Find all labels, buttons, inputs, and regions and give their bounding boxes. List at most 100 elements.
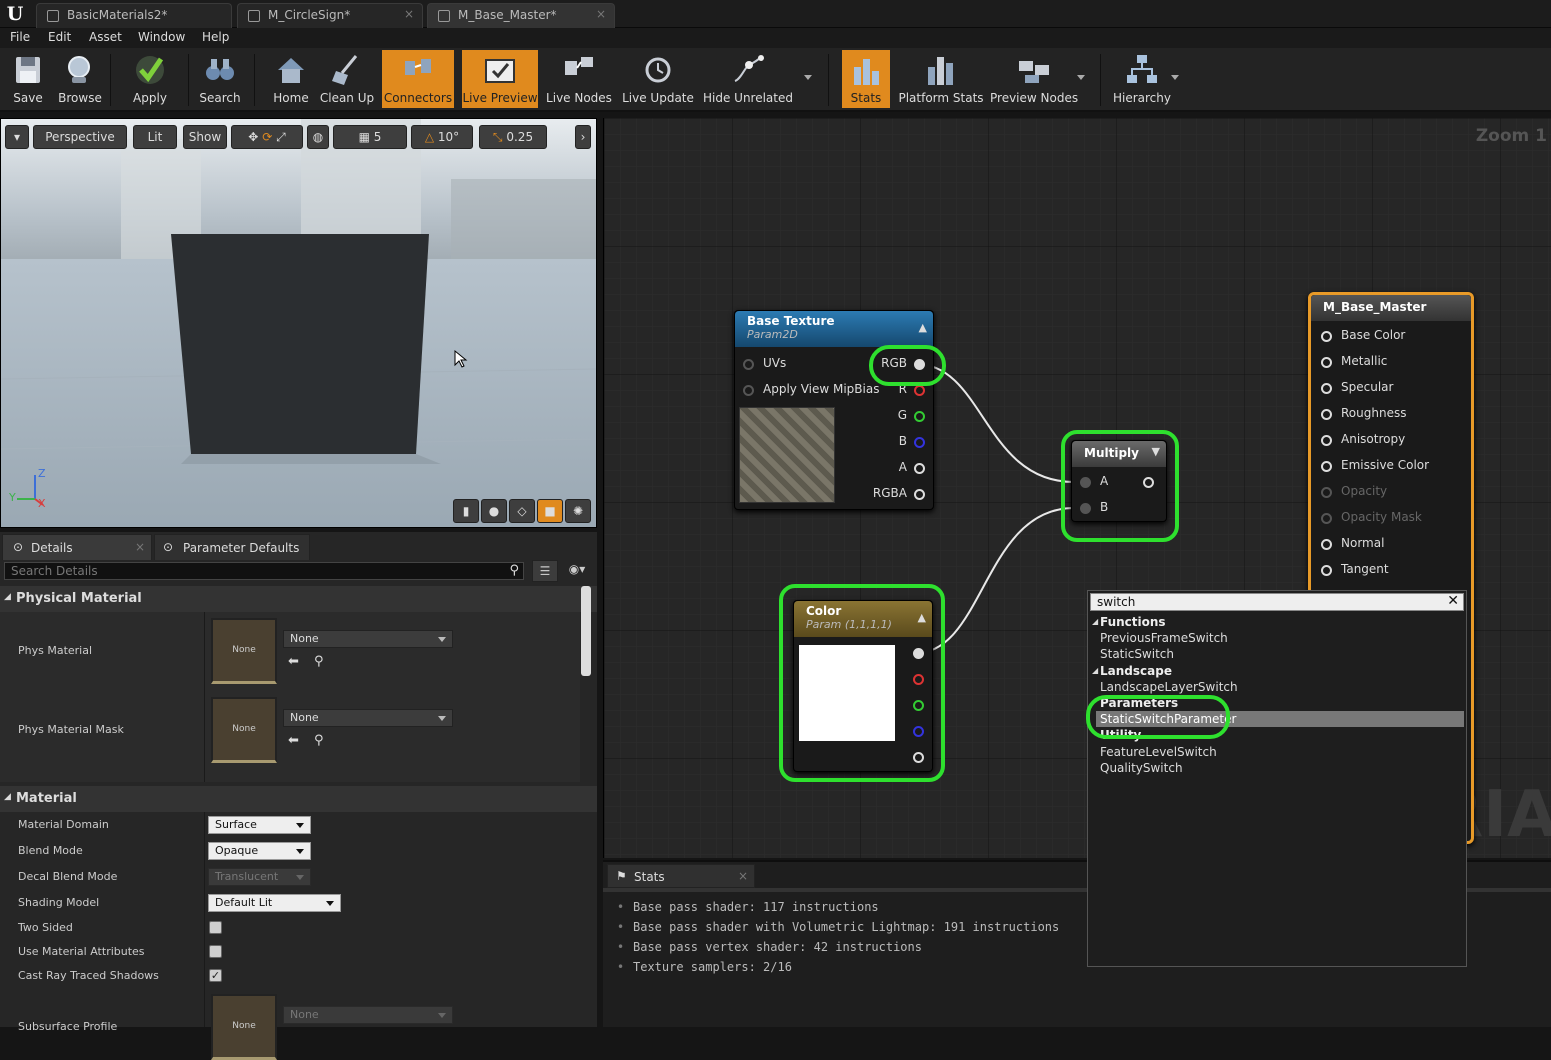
- grid-snap-control[interactable]: ▦ 5: [333, 125, 407, 149]
- chevron-down-icon[interactable]: [1077, 75, 1085, 80]
- tab-parameter-defaults[interactable]: ⊙ Parameter Defaults: [154, 534, 310, 560]
- menu-file[interactable]: File: [10, 30, 30, 44]
- g-pin[interactable]: [914, 411, 925, 422]
- uvs-pin[interactable]: [743, 359, 754, 370]
- viewport-menu-button[interactable]: ▾: [5, 125, 29, 149]
- preview-sphere-button[interactable]: ●: [481, 499, 507, 523]
- apply-button[interactable]: Apply: [118, 50, 182, 108]
- collapse-arrow-icon[interactable]: ◢: [4, 592, 11, 602]
- scrollbar[interactable]: [581, 586, 591, 676]
- viewport-options-button[interactable]: ›: [575, 125, 591, 149]
- a-pin[interactable]: [914, 463, 925, 474]
- chevron-down-icon[interactable]: [804, 75, 812, 80]
- live-nodes-button[interactable]: Live Nodes: [546, 50, 612, 108]
- expand-arrow-icon[interactable]: ◢: [1092, 666, 1098, 675]
- tab-m-base-master[interactable]: M_Base_Master* ×: [427, 3, 615, 28]
- rgba-pin[interactable]: [914, 489, 925, 500]
- platform-stats-button[interactable]: Platform Stats: [898, 50, 984, 108]
- connectors-button[interactable]: Connectors: [382, 50, 454, 108]
- chevron-down-icon[interactable]: [1171, 75, 1179, 80]
- tab-basicmaterials2[interactable]: BasicMaterials2*: [36, 3, 232, 28]
- use-selected-arrow-icon[interactable]: ⬅: [288, 654, 299, 669]
- menu-item-staticswitch[interactable]: StaticSwitch: [1100, 647, 1174, 661]
- phys-material-dropdown[interactable]: None: [283, 630, 453, 648]
- expand-arrow-icon[interactable]: ◢: [1092, 617, 1098, 626]
- material-domain-dropdown[interactable]: Surface: [208, 816, 311, 834]
- normal-pin[interactable]: [1321, 539, 1332, 550]
- browse-magnifier-icon[interactable]: ⚲: [314, 733, 324, 748]
- collapse-arrow-icon[interactable]: ◢: [4, 792, 11, 802]
- preview-viewport[interactable]: ▾ Perspective Lit Show ✥ ⟳ ⤢ ◍ ▦ 5 △ 10°…: [0, 118, 597, 528]
- tangent-pin[interactable]: [1321, 565, 1332, 576]
- anisotropy-pin[interactable]: [1321, 435, 1332, 446]
- save-button[interactable]: Save: [4, 50, 52, 108]
- shading-model-dropdown[interactable]: Default Lit: [208, 894, 341, 912]
- tab-stats[interactable]: ⚑ Stats ×: [607, 864, 755, 888]
- use-selected-arrow-icon[interactable]: ⬅: [288, 733, 299, 748]
- perspective-button[interactable]: Perspective: [33, 125, 127, 149]
- clear-search-icon[interactable]: ✕: [1447, 593, 1459, 609]
- lit-button[interactable]: Lit: [133, 125, 177, 149]
- cast-ray-traced-shadows-checkbox[interactable]: ✓: [209, 969, 222, 982]
- node-header[interactable]: Base Texture Param2D ▲: [735, 311, 933, 347]
- details-search-input[interactable]: Search Details ⚲: [4, 562, 524, 580]
- hide-unrelated-button[interactable]: Hide Unrelated: [702, 50, 794, 108]
- preview-cylinder-button[interactable]: ▮: [453, 499, 479, 523]
- live-update-button[interactable]: Live Update: [622, 50, 694, 108]
- menu-edit[interactable]: Edit: [48, 30, 71, 44]
- close-icon[interactable]: ×: [596, 7, 606, 21]
- world-local-icon[interactable]: ◍: [307, 125, 329, 149]
- close-icon[interactable]: ×: [404, 7, 414, 21]
- list-view-icon[interactable]: ☰: [532, 560, 558, 582]
- angle-snap-control[interactable]: △ 10°: [411, 125, 473, 149]
- metallic-pin[interactable]: [1321, 357, 1332, 368]
- collapse-arrow-icon[interactable]: ▲: [919, 321, 927, 334]
- specular-pin[interactable]: [1321, 383, 1332, 394]
- phys-material-mask-dropdown[interactable]: None: [283, 709, 453, 727]
- tab-details[interactable]: ⊙ Details ×: [2, 534, 152, 560]
- blend-mode-dropdown[interactable]: Opaque: [208, 842, 311, 860]
- menu-item-landscapelayerswitch[interactable]: LandscapeLayerSwitch: [1100, 680, 1238, 694]
- close-icon[interactable]: ×: [738, 869, 748, 883]
- live-preview-button[interactable]: Live Preview: [462, 50, 538, 108]
- category-physical-material[interactable]: ◢ Physical Material: [0, 586, 597, 612]
- b-pin[interactable]: [914, 437, 925, 448]
- visibility-eye-icon[interactable]: ◉▾: [562, 562, 592, 580]
- phys-material-mask-thumbnail[interactable]: None: [211, 697, 277, 763]
- base-color-pin[interactable]: [1321, 331, 1332, 342]
- scale-icon[interactable]: ⤢: [276, 130, 286, 144]
- hierarchy-button[interactable]: Hierarchy: [1112, 50, 1172, 108]
- menu-help[interactable]: Help: [202, 30, 229, 44]
- menu-item-qualityswitch[interactable]: QualitySwitch: [1100, 761, 1183, 775]
- rotate-icon[interactable]: ⟳: [262, 130, 272, 144]
- preview-mesh-button[interactable]: ✺: [565, 499, 591, 523]
- stats-button[interactable]: Stats: [842, 50, 890, 108]
- menu-item-previousframeswitch[interactable]: PreviousFrameSwitch: [1100, 631, 1228, 645]
- node-header[interactable]: M_Base_Master: [1311, 295, 1471, 321]
- browse-button[interactable]: Browse: [56, 50, 104, 108]
- menu-item-featurelevelswitch[interactable]: FeatureLevelSwitch: [1100, 745, 1217, 759]
- category-material[interactable]: ◢ Material: [0, 786, 597, 812]
- browse-magnifier-icon[interactable]: ⚲: [314, 654, 324, 669]
- two-sided-checkbox[interactable]: [209, 921, 222, 934]
- scale-snap-control[interactable]: ⤡ 0.25: [479, 125, 547, 149]
- show-button[interactable]: Show: [183, 125, 227, 149]
- node-search-input[interactable]: switch ✕: [1090, 593, 1464, 611]
- translate-icon[interactable]: ✥: [248, 130, 258, 144]
- emissive-color-pin[interactable]: [1321, 461, 1332, 472]
- home-button[interactable]: Home: [266, 50, 316, 108]
- phys-material-thumbnail[interactable]: None: [211, 618, 277, 684]
- roughness-pin[interactable]: [1321, 409, 1332, 420]
- group-landscape[interactable]: Landscape: [1100, 664, 1172, 678]
- transform-tools[interactable]: ✥ ⟳ ⤢: [231, 125, 303, 149]
- subsurface-profile-thumbnail[interactable]: None: [211, 994, 277, 1060]
- search-button[interactable]: Search: [194, 50, 246, 108]
- preview-plane-button[interactable]: ◇: [509, 499, 535, 523]
- group-functions[interactable]: Functions: [1100, 615, 1166, 629]
- preview-cube-button[interactable]: ■: [537, 499, 563, 523]
- tab-m-circlesign[interactable]: M_CircleSign* ×: [237, 3, 423, 28]
- menu-window[interactable]: Window: [138, 30, 185, 44]
- use-material-attributes-checkbox[interactable]: [209, 945, 222, 958]
- close-icon[interactable]: ×: [135, 540, 145, 554]
- preview-nodes-button[interactable]: Preview Nodes: [990, 50, 1078, 108]
